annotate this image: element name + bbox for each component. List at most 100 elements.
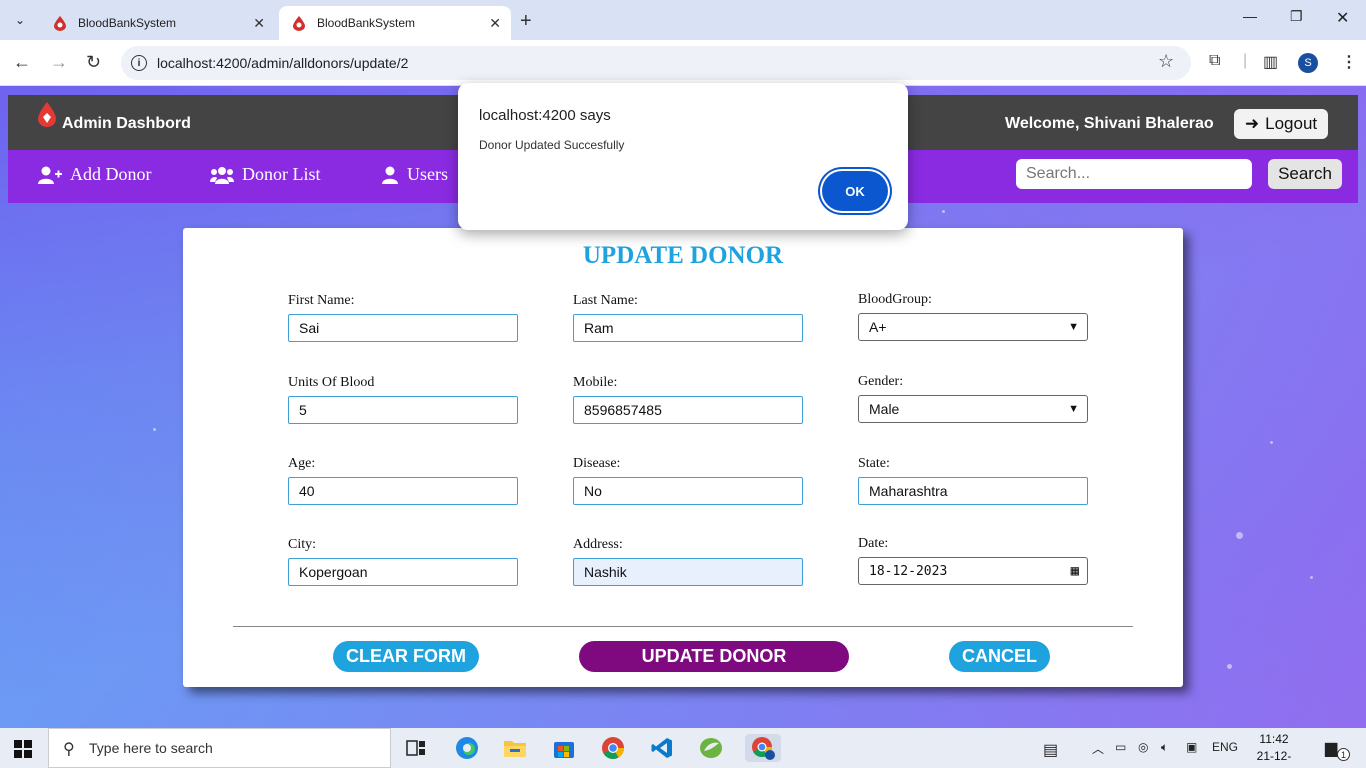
sign-out-icon: ➜: [1244, 114, 1260, 133]
network-globe-icon[interactable]: ◎: [1138, 740, 1148, 754]
tab-list-chevron-icon[interactable]: ⌄: [8, 8, 32, 32]
city-input[interactable]: Kopergoan: [288, 558, 518, 586]
notification-center-icon[interactable]: ▆ 1: [1325, 738, 1350, 761]
state-field: State: Maharashtra: [858, 456, 1088, 505]
browser-tab-active[interactable]: BloodBankSystem ✕: [279, 6, 511, 40]
blood-group-select[interactable]: A+ ▼: [858, 313, 1088, 341]
file-explorer-icon[interactable]: [500, 734, 530, 762]
extensions-puzzle-icon[interactable]: ⧉: [1209, 52, 1220, 70]
taskbar-search-input[interactable]: ⚲ Type here to search: [48, 728, 391, 768]
profile-avatar[interactable]: S: [1298, 53, 1318, 73]
field-label: BloodGroup:: [858, 292, 932, 307]
edge-browser-icon[interactable]: [452, 734, 482, 762]
microsoft-store-icon[interactable]: [549, 734, 579, 762]
user-icon: [382, 166, 398, 184]
alert-dialog: localhost:4200 says Donor Updated Succes…: [458, 83, 908, 230]
disease-input[interactable]: No: [573, 477, 803, 505]
system-clock[interactable]: 11:42 21-12-2023: [1249, 731, 1299, 768]
search-button[interactable]: Search: [1268, 159, 1342, 189]
windows-start-icon[interactable]: [14, 740, 32, 758]
last-name-input[interactable]: Ram: [573, 314, 803, 342]
field-label: First Name:: [288, 293, 355, 308]
tab-title: BloodBankSystem: [78, 16, 177, 30]
tab-title: BloodBankSystem: [317, 16, 416, 30]
address-bar[interactable]: i localhost:4200/admin/alldonors/update/…: [121, 46, 1191, 80]
restore-icon[interactable]: ❐: [1290, 8, 1303, 25]
cancel-button[interactable]: CANCEL: [949, 641, 1050, 672]
select-value: A+: [869, 319, 887, 335]
age-field: Age: 40: [288, 456, 518, 505]
units-field: Units Of Blood 5: [288, 375, 518, 424]
bookmark-star-icon[interactable]: ☆: [1158, 51, 1174, 72]
side-panel-icon[interactable]: ▥: [1263, 52, 1278, 72]
field-label: Units Of Blood: [288, 375, 375, 390]
chrome-profile-active-icon[interactable]: [745, 734, 781, 762]
date-field: Date: 18-12-2023 ▦: [858, 536, 1088, 585]
close-tab-icon[interactable]: ✕: [253, 15, 265, 32]
reload-icon[interactable]: ↻: [86, 52, 101, 73]
back-arrow-icon[interactable]: ←: [13, 52, 31, 73]
nav-item-add-donor[interactable]: Add Donor: [38, 164, 152, 185]
minimize-icon[interactable]: —: [1243, 8, 1257, 24]
chrome-icon[interactable]: [598, 734, 628, 762]
site-info-icon[interactable]: i: [131, 55, 147, 71]
clear-form-button[interactable]: CLEAR FORM: [333, 641, 479, 672]
search-icon: ⚲: [63, 741, 75, 758]
update-donor-button[interactable]: UPDATE DONOR: [579, 641, 849, 672]
windows-taskbar: ⚲ Type here to search ▤ ︿ ▭ ◎ 🔈︎ ▣ ENG 1…: [0, 728, 1366, 768]
user-plus-icon: [38, 166, 62, 184]
forward-arrow-icon[interactable]: →: [50, 52, 68, 73]
news-widget-icon[interactable]: ▤: [1043, 740, 1058, 760]
units-input[interactable]: 5: [288, 396, 518, 424]
chevron-down-icon: ▼: [1068, 321, 1079, 333]
date-value: 18-12-2023: [869, 563, 948, 579]
camera-icon[interactable]: ▣: [1186, 740, 1197, 754]
browser-toolbar: ← → ↻ i localhost:4200/admin/alldonors/u…: [0, 40, 1366, 86]
ok-button[interactable]: OK: [822, 171, 888, 211]
gender-select[interactable]: Male ▼: [858, 395, 1088, 423]
users-icon: [210, 166, 234, 184]
city-field: City: Kopergoan: [288, 537, 518, 586]
window-close-icon[interactable]: ✕: [1336, 8, 1349, 28]
spring-tool-icon[interactable]: [696, 734, 726, 762]
menu-kebab-icon[interactable]: ⋮: [1341, 52, 1357, 72]
search-input[interactable]: Search...: [1016, 159, 1252, 189]
new-tab-plus-icon[interactable]: +: [520, 10, 532, 33]
app-title: Admin Dashbord: [62, 115, 191, 132]
browser-tab-bar: ⌄ BloodBankSystem ✕ BloodBankSystem ✕ + …: [0, 0, 1366, 40]
date-input[interactable]: 18-12-2023 ▦: [858, 557, 1088, 585]
field-label: State:: [858, 456, 890, 471]
field-label: Disease:: [573, 456, 621, 471]
address-input[interactable]: Nashik: [573, 558, 803, 586]
logout-button[interactable]: ➜ Logout: [1234, 109, 1328, 139]
close-tab-icon[interactable]: ✕: [489, 15, 501, 32]
state-input[interactable]: Maharashtra: [858, 477, 1088, 505]
field-label: City:: [288, 537, 317, 552]
age-input[interactable]: 40: [288, 477, 518, 505]
dialog-message: Donor Updated Succesfully: [479, 138, 625, 152]
chevron-up-icon[interactable]: ︿: [1092, 740, 1104, 757]
field-label: Address:: [573, 537, 623, 552]
browser-tab[interactable]: BloodBankSystem ✕: [40, 6, 275, 40]
last-name-field: Last Name: Ram: [573, 293, 803, 342]
mobile-input[interactable]: 8596857485: [573, 396, 803, 424]
volume-icon[interactable]: 🔈︎: [1161, 740, 1168, 755]
blood-drop-favicon-icon: [52, 15, 68, 31]
blood-drop-favicon-icon: [291, 15, 307, 31]
battery-icon[interactable]: ▭: [1115, 740, 1126, 754]
chevron-down-icon: ▼: [1068, 403, 1079, 415]
calendar-icon[interactable]: ▦: [1071, 563, 1079, 579]
disease-field: Disease: No: [573, 456, 803, 505]
language-indicator[interactable]: ENG: [1212, 740, 1238, 754]
blood-group-field: BloodGroup: A+ ▼: [858, 292, 1088, 341]
task-view-icon[interactable]: [401, 734, 431, 762]
field-label: Date:: [858, 536, 889, 551]
vscode-icon[interactable]: [647, 734, 677, 762]
address-field: Address: Nashik: [573, 537, 803, 586]
clock-time: 11:42: [1259, 732, 1289, 746]
notification-count-badge: 1: [1337, 748, 1350, 761]
first-name-input[interactable]: Sai: [288, 314, 518, 342]
select-value: Male: [869, 401, 900, 417]
nav-item-donor-list[interactable]: Donor List: [210, 164, 321, 185]
nav-item-users[interactable]: Users: [381, 164, 448, 185]
